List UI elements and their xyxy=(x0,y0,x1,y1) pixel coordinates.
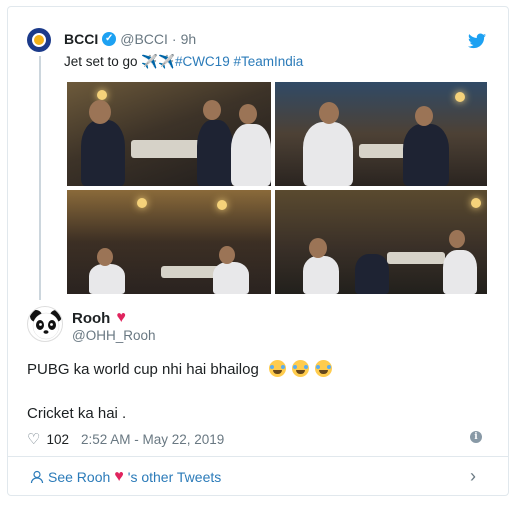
quoted-tweet-time[interactable]: 9h xyxy=(181,31,197,47)
footer-divider xyxy=(8,456,508,457)
tweet-timestamp[interactable]: 2:52 AM - May 22, 2019 xyxy=(81,432,224,447)
photo-1[interactable] xyxy=(67,82,271,186)
quoted-text-prefix: Jet set to go xyxy=(64,54,138,69)
quoted-author-name[interactable]: BCCI xyxy=(64,31,98,47)
tweet-body-line-2: Cricket ka hai . xyxy=(27,405,127,422)
heart-icon: ♥ xyxy=(114,468,124,485)
footer-link-suffix[interactable]: 's other Tweets xyxy=(128,469,221,485)
verified-icon: ✓ xyxy=(102,32,117,46)
quoted-tweet-header: BCCI ✓ @BCCI · 9h xyxy=(64,31,196,47)
user-icon xyxy=(30,470,44,484)
panda-avatar-icon[interactable] xyxy=(27,306,63,342)
like-icon[interactable]: ♡ xyxy=(27,430,40,448)
tweet-text-line-1: PUBG ka world cup nhi hai bhailog xyxy=(27,360,333,378)
laughing-tears-emoji xyxy=(292,360,310,377)
tweet-meta: ♡ 102 2:52 AM - May 22, 2019 xyxy=(27,430,224,448)
see-other-tweets-link[interactable]: See Rooh ♥'s other Tweets xyxy=(30,468,221,486)
thread-line xyxy=(39,56,41,300)
author-handle[interactable]: @OHH_Rooh xyxy=(72,328,156,343)
quoted-tweet-text: Jet set to go ✈️✈️#CWC19 #TeamIndia xyxy=(64,54,303,70)
author-name[interactable]: Rooh xyxy=(72,310,110,327)
photo-2[interactable] xyxy=(275,82,487,186)
info-icon[interactable]: i xyxy=(470,431,482,443)
author-name-line[interactable]: Rooh ♥ xyxy=(72,309,126,327)
heart-icon: ♥ xyxy=(116,309,126,326)
photo-grid[interactable] xyxy=(67,82,487,294)
bcci-avatar-icon[interactable] xyxy=(27,28,51,52)
like-count[interactable]: 102 xyxy=(46,432,69,447)
photo-4[interactable] xyxy=(275,190,487,294)
footer-link-prefix[interactable]: See Rooh xyxy=(48,469,110,485)
tweet-body-line-1: PUBG ka world cup nhi hai bhailog xyxy=(27,361,259,378)
twitter-bird-icon[interactable] xyxy=(468,33,486,49)
chevron-right-icon[interactable]: › xyxy=(470,466,476,487)
hashtag-links[interactable]: #CWC19 #TeamIndia xyxy=(175,54,303,69)
photo-3[interactable] xyxy=(67,190,271,294)
quoted-author-handle[interactable]: @BCCI xyxy=(120,31,168,47)
laughing-tears-emoji xyxy=(315,360,333,377)
airplane-emoji: ✈️✈️ xyxy=(141,54,175,69)
laughing-tears-emoji xyxy=(268,360,286,377)
header-separator: · xyxy=(171,31,177,47)
